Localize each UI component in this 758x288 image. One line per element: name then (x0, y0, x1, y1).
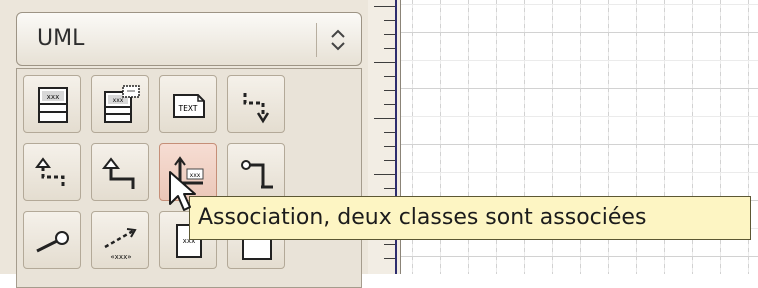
uml-note-icon-label: TEXT (178, 104, 197, 113)
ruler-tick (384, 160, 395, 161)
sheet-selector[interactable]: UML (16, 12, 362, 66)
uml-class-tool[interactable]: xxx (23, 75, 81, 133)
uml-lollipop-icon (36, 231, 69, 253)
ruler-tick (374, 6, 395, 7)
ruler-tick (374, 118, 395, 119)
tool-tooltip: Association, deux classes sont associées (189, 196, 751, 240)
spin-up-down-icon[interactable] (327, 25, 349, 55)
ruler-tick (384, 104, 395, 105)
ruler-tick (374, 62, 395, 63)
ruler-tick (384, 76, 395, 77)
ruler-tick (384, 48, 395, 49)
uml-generalization-icon (101, 157, 135, 189)
ruler-tick (384, 132, 395, 133)
ruler-tick (384, 244, 395, 245)
ruler-tick (384, 258, 395, 259)
mouse-pointer-icon (169, 171, 196, 211)
uml-class-icon-label: xxx (47, 93, 60, 101)
ruler-tick (384, 188, 395, 189)
uml-note-tool[interactable]: TEXT (159, 75, 217, 133)
uml-generalization-tool[interactable] (91, 143, 149, 201)
uml-template-class-icon: xxx (104, 85, 140, 123)
ruler-tick (374, 174, 395, 175)
ruler-tick (384, 34, 395, 35)
uml-lollipop-tool[interactable] (23, 211, 81, 269)
ruler-tick (384, 146, 395, 147)
uml-stereotype-dependency-icon: «xxx» (104, 228, 137, 261)
ruler-tick (384, 90, 395, 91)
uml-stereotype-dependency-icon-label: «xxx» (110, 253, 131, 261)
sheet-selector-value: UML (37, 26, 85, 51)
uml-realizes-tool[interactable] (23, 143, 81, 201)
ruler-tick (384, 20, 395, 21)
uml-dependency-tool[interactable] (227, 75, 285, 133)
selector-separator (316, 23, 317, 57)
uml-template-class-icon-label: xxx (113, 97, 124, 104)
uml-class-template-tool[interactable]: xxx (91, 75, 149, 133)
uml-stereotype-dependency-tool[interactable]: «xxx» (91, 211, 149, 269)
uml-realizes-icon (35, 157, 65, 187)
uml-class-icon: xxx (38, 87, 68, 123)
uml-dependency-icon (243, 93, 270, 124)
uml-implements-icon (241, 160, 273, 189)
uml-note-icon: TEXT (173, 94, 205, 118)
uml-implements-tool[interactable] (227, 143, 285, 201)
